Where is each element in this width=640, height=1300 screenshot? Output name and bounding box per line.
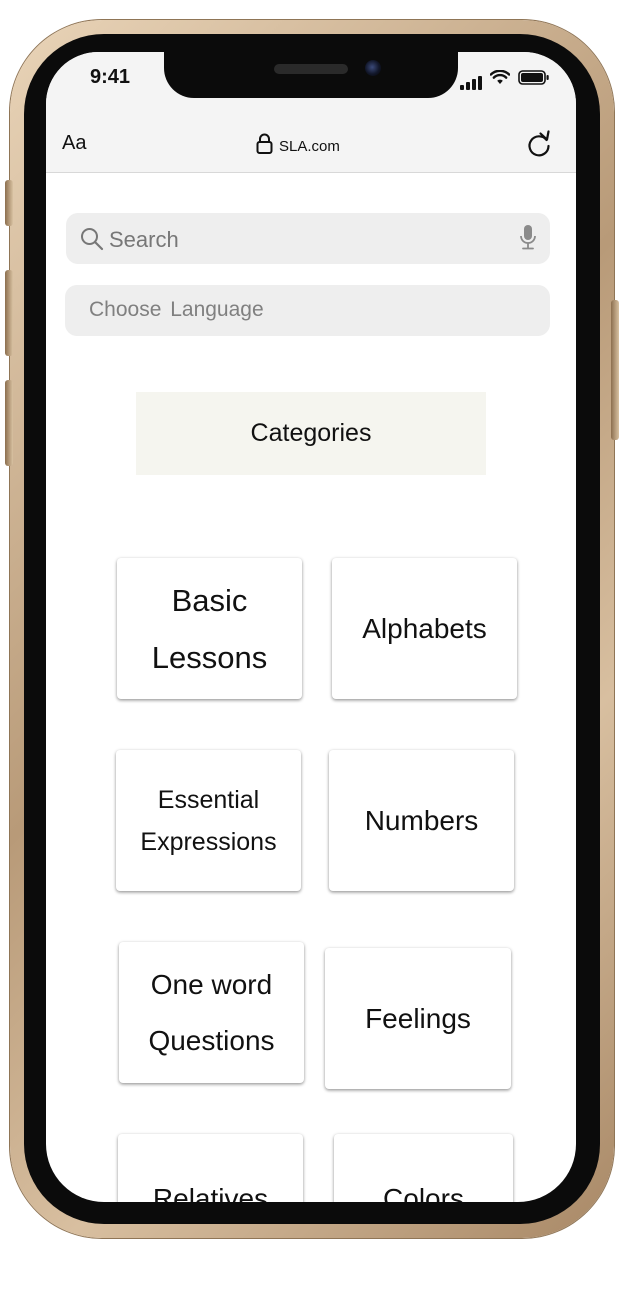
search-bar[interactable] xyxy=(66,213,550,264)
browser-top-bar: 9:41 Aa SLA.com xyxy=(46,52,576,173)
cellular-signal-icon xyxy=(460,76,482,90)
url-text: SLA.com xyxy=(279,137,340,155)
category-label: Relatives xyxy=(152,1183,269,1202)
category-card-colors[interactable]: Colors xyxy=(334,1134,513,1202)
category-label: Colors xyxy=(383,1183,464,1202)
battery-icon xyxy=(518,70,550,90)
category-label: Alphabets xyxy=(362,612,487,644)
search-input[interactable] xyxy=(109,227,489,253)
choose-language-dropdown[interactable]: Choose Language xyxy=(65,285,550,336)
volume-down-button xyxy=(5,380,13,466)
category-label: Basic Lessons xyxy=(151,582,268,675)
wifi-icon xyxy=(489,69,511,90)
status-icons xyxy=(460,69,550,90)
category-card-one-word-questions[interactable]: One word Questions xyxy=(119,942,304,1083)
category-card-alphabets[interactable]: Alphabets xyxy=(332,558,517,699)
front-camera xyxy=(365,60,381,76)
category-card-numbers[interactable]: Numbers xyxy=(329,750,514,891)
microphone-icon[interactable] xyxy=(518,223,538,258)
reload-icon[interactable] xyxy=(526,130,552,163)
categories-header: Categories xyxy=(136,392,486,475)
phone-screen: 9:41 Aa SLA.com Search Choose Language C… xyxy=(46,52,576,1202)
notch xyxy=(164,52,458,98)
earpiece-speaker xyxy=(274,64,348,74)
address-bar[interactable]: SLA.com xyxy=(256,133,340,159)
category-label: Essential Expressions xyxy=(140,785,277,856)
volume-up-button xyxy=(5,270,13,356)
categories-title: Categories xyxy=(250,419,372,447)
power-button xyxy=(611,300,619,440)
category-card-feelings[interactable]: Feelings xyxy=(325,948,511,1089)
category-card-relatives[interactable]: Relatives xyxy=(118,1134,303,1202)
category-card-basic-lessons[interactable]: Basic Lessons xyxy=(117,558,302,699)
choose-language-label: Choose Language xyxy=(89,298,264,321)
lock-icon xyxy=(256,133,273,159)
category-label: One word Questions xyxy=(148,968,275,1056)
category-card-essential-expressions[interactable]: Essential Expressions xyxy=(116,750,301,891)
status-time: 9:41 xyxy=(90,66,131,88)
category-label: Feelings xyxy=(365,1002,471,1034)
text-size-button[interactable]: Aa xyxy=(62,132,86,155)
search-icon xyxy=(80,227,104,256)
category-label: Numbers xyxy=(364,804,479,836)
silent-switch xyxy=(5,180,13,226)
